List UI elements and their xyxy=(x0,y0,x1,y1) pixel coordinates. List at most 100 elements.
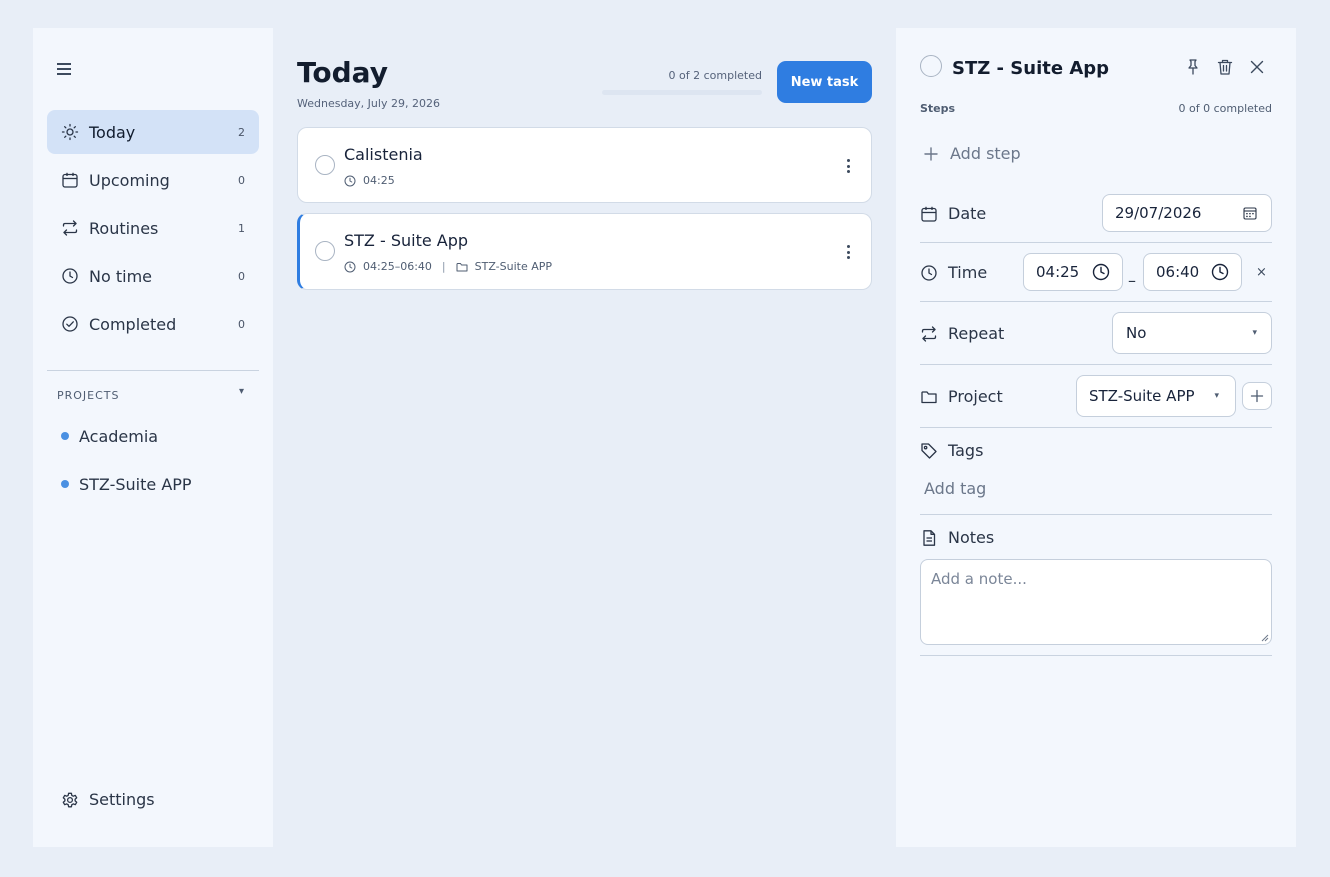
project-select[interactable]: STZ-Suite APP ▾ xyxy=(1076,375,1236,417)
steps-label: Steps xyxy=(920,102,956,115)
project-item-academia[interactable]: Academia xyxy=(61,424,158,448)
project-label: Academia xyxy=(79,426,159,446)
project-label: STZ-Suite APP xyxy=(79,474,192,494)
sidebar-item-label: Routines xyxy=(89,218,159,238)
folder-icon xyxy=(456,262,468,271)
page-date: Wednesday, July 29, 2026 xyxy=(297,97,440,110)
task-complete-checkbox[interactable] xyxy=(920,55,942,77)
add-step-label: Add step xyxy=(950,144,1021,163)
tags-field-label: Tags xyxy=(920,441,983,460)
add-project-button[interactable] xyxy=(1242,382,1272,410)
clock-icon xyxy=(344,175,356,186)
task-meta: 04:25–06:40 | STZ-Suite APP xyxy=(344,260,552,273)
repeat-icon xyxy=(62,220,78,236)
sidebar-item-count: 0 xyxy=(238,317,245,331)
task-detail-panel: STZ - Suite App Steps 0 of 0 completed A… xyxy=(896,28,1296,847)
more-icon[interactable] xyxy=(847,159,851,173)
project-color-dot xyxy=(61,432,69,440)
divider xyxy=(920,427,1272,428)
divider xyxy=(920,242,1272,243)
time-range-separator: – xyxy=(1128,271,1136,290)
settings-label: Settings xyxy=(89,790,155,809)
plus-icon xyxy=(924,146,938,161)
page-title: Today xyxy=(297,56,388,89)
calendar-picker-icon[interactable] xyxy=(1243,206,1257,220)
notes-label: Notes xyxy=(948,528,995,547)
project-field-label: Project xyxy=(920,387,1003,406)
progress-bar xyxy=(602,90,762,95)
document-icon xyxy=(923,529,936,546)
repeat-label: Repeat xyxy=(948,324,1005,343)
sidebar-item-completed[interactable]: Completed 0 xyxy=(47,302,259,346)
sidebar-item-count: 1 xyxy=(238,221,245,235)
time-label: Time xyxy=(948,263,988,282)
add-step-button[interactable]: Add step xyxy=(924,144,1021,163)
more-icon[interactable] xyxy=(847,245,851,259)
end-time-value: 06:40 xyxy=(1156,263,1200,281)
task-title: STZ - Suite App xyxy=(344,231,469,250)
task-card[interactable]: STZ - Suite App 04:25–06:40 | STZ-Suite … xyxy=(297,213,872,290)
sidebar-item-today[interactable]: Today 2 xyxy=(47,110,259,154)
steps-count: 0 of 0 completed xyxy=(1178,102,1272,115)
date-field-label: Date xyxy=(920,204,986,223)
sidebar-item-count: 2 xyxy=(238,125,245,139)
sidebar-item-upcoming[interactable]: Upcoming 0 xyxy=(47,158,259,202)
clock-icon xyxy=(62,268,78,284)
project-item-stz-suite-app[interactable]: STZ-Suite APP xyxy=(61,472,192,496)
task-time: 04:25 xyxy=(363,174,395,187)
end-time-input[interactable]: 06:40 xyxy=(1143,253,1242,291)
tags-label: Tags xyxy=(948,441,984,460)
detail-title[interactable]: STZ - Suite App xyxy=(952,58,1109,79)
clock-icon[interactable] xyxy=(1211,263,1229,281)
sidebar: Today 2 Upcoming 0 Routines 1 No time 0 … xyxy=(33,28,273,847)
plus-icon xyxy=(1250,389,1264,403)
menu-icon[interactable] xyxy=(57,62,73,76)
chevron-down-icon: ▾ xyxy=(1252,328,1257,338)
sidebar-item-count: 0 xyxy=(238,173,245,187)
task-checkbox[interactable] xyxy=(315,241,335,261)
task-time: 04:25–06:40 xyxy=(363,260,432,273)
gear-icon xyxy=(62,792,78,807)
sidebar-item-routines[interactable]: Routines 1 xyxy=(47,206,259,250)
meta-separator: | xyxy=(441,260,446,273)
date-value: 29/07/2026 xyxy=(1115,204,1202,222)
start-time-input[interactable]: 04:25 xyxy=(1023,253,1123,291)
sidebar-item-no-time[interactable]: No time 0 xyxy=(47,254,259,298)
task-checkbox[interactable] xyxy=(315,155,335,175)
trash-icon[interactable] xyxy=(1216,58,1234,76)
date-label: Date xyxy=(948,204,987,223)
task-title: Calistenia xyxy=(344,145,423,164)
repeat-field-label: Repeat xyxy=(920,324,1004,343)
divider xyxy=(920,364,1272,365)
progress-text: 0 of 2 completed xyxy=(668,69,762,82)
repeat-select[interactable]: No ▾ xyxy=(1112,312,1272,354)
check-circle-icon xyxy=(62,316,78,332)
clock-icon xyxy=(344,261,356,272)
project-color-dot xyxy=(61,480,69,488)
project-value: STZ-Suite APP xyxy=(1089,387,1195,405)
resize-handle-icon[interactable] xyxy=(1261,634,1269,642)
pin-icon[interactable] xyxy=(1184,58,1202,76)
task-card[interactable]: Calistenia 04:25 xyxy=(297,127,872,203)
notes-textarea[interactable] xyxy=(920,559,1272,645)
start-time-value: 04:25 xyxy=(1036,263,1080,281)
sidebar-item-count: 0 xyxy=(238,269,245,283)
settings-button[interactable]: Settings xyxy=(61,790,155,809)
sidebar-item-label: Today xyxy=(89,122,136,142)
repeat-icon xyxy=(921,325,937,342)
divider xyxy=(920,655,1272,656)
divider xyxy=(920,514,1272,515)
new-task-button[interactable]: New task xyxy=(777,61,872,103)
clear-time-button[interactable]: × xyxy=(1256,265,1267,280)
add-tag-input[interactable]: Add tag xyxy=(924,479,986,498)
close-icon[interactable] xyxy=(1248,58,1266,76)
date-input[interactable]: 29/07/2026 xyxy=(1102,194,1272,232)
chevron-down-icon[interactable]: ▾ xyxy=(239,386,244,397)
projects-header[interactable]: PROJECTS xyxy=(57,389,247,402)
sidebar-item-label: Completed xyxy=(89,314,177,334)
tag-icon xyxy=(921,442,937,459)
calendar-icon xyxy=(62,172,78,188)
clock-icon[interactable] xyxy=(1092,263,1110,281)
project-label: Project xyxy=(948,387,1003,406)
folder-icon xyxy=(921,390,937,403)
